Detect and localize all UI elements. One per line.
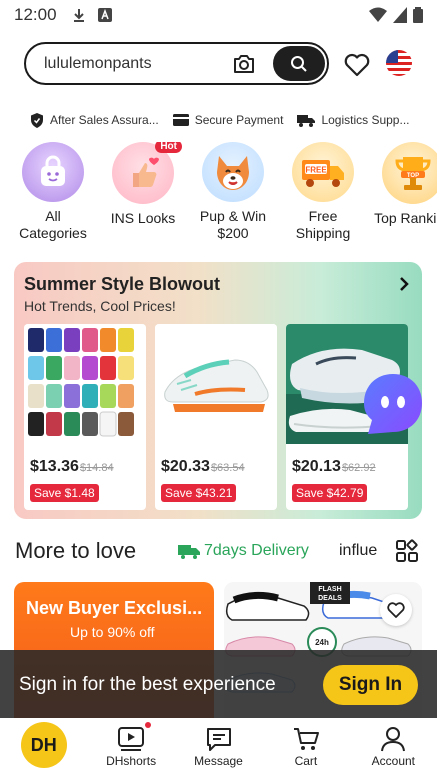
thumbs-up-icon: Hot [112, 142, 182, 204]
svg-text:FLASH: FLASH [318, 586, 341, 593]
download-icon [73, 9, 84, 22]
signin-prompt: Sign in for the best experience [19, 674, 276, 695]
svg-text:DEALS: DEALS [318, 595, 342, 602]
trust-item-after-sales[interactable]: After Sales Assura... [30, 112, 159, 128]
favorite-button[interactable] [380, 594, 412, 626]
product-card[interactable]: $20.33$63.54 Save $43.21 [155, 324, 277, 510]
category-label: All Categories [19, 208, 87, 241]
wishlist-button[interactable] [342, 50, 372, 80]
trust-label: After Sales Assura... [50, 113, 159, 127]
truck-icon [297, 114, 316, 127]
category-grid-icon[interactable] [395, 539, 419, 563]
delivery-truck-icon [178, 545, 200, 559]
chevron-right-icon[interactable] [398, 276, 410, 292]
promo-title: New Buyer Exclusi... [26, 598, 203, 618]
region-flag-button[interactable] [386, 50, 412, 76]
save-badge: Save $1.48 [30, 484, 99, 502]
delivery-label: 7days Delivery [204, 542, 309, 559]
heart-icon [344, 53, 370, 77]
category-label: Free Shipping [295, 208, 351, 241]
trophy-icon: TOP [382, 142, 437, 204]
notification-dot [145, 722, 152, 728]
product-original-price: $63.54 [210, 462, 245, 474]
bag-icon [22, 142, 84, 202]
shield-icon [31, 112, 43, 128]
us-flag-icon [386, 50, 412, 76]
nav-message[interactable]: Message [175, 718, 262, 776]
product-price: $20.13 [292, 458, 341, 475]
category-label: Top Ranking [374, 210, 437, 226]
nav-label: Message [194, 754, 243, 768]
nav-label: DHshorts [106, 754, 157, 768]
svg-text:TOP: TOP [407, 173, 419, 179]
category-row: All Categories Hot INS Looks Pup & Win $… [14, 142, 437, 242]
category-label: Pup & Win $200 [199, 208, 267, 241]
wifi-icon [369, 7, 387, 22]
signin-banner: Sign in for the best experience Sign In [0, 650, 437, 718]
category-free-shipping[interactable]: FREE Free Shipping [284, 142, 362, 242]
nav-home[interactable]: DH [0, 718, 87, 776]
banner-title: Summer Style Blowout [24, 274, 221, 294]
nav-dhshorts[interactable]: DHshorts [87, 718, 174, 776]
product-card[interactable]: $13.36$14.84 Save $1.48 [24, 324, 146, 510]
video-play-icon [118, 727, 145, 751]
save-badge: Save $42.79 [292, 484, 368, 502]
nav-cart[interactable]: Cart [262, 718, 349, 776]
product-price: $13.36 [30, 458, 79, 475]
trust-item-logistics[interactable]: Logistics Supp... [297, 113, 410, 127]
search-input[interactable]: lululemonpants [44, 55, 229, 73]
product-original-price: $62.92 [341, 462, 376, 474]
trust-item-secure-payment[interactable]: Secure Payment [172, 113, 284, 127]
dh-logo: DH [20, 722, 67, 768]
category-label: INS Looks [110, 210, 176, 226]
camera-icon [234, 54, 254, 73]
tote-bags-image [24, 324, 146, 444]
product-original-price: $14.84 [79, 462, 114, 474]
camera-search-button[interactable] [229, 49, 259, 79]
trust-label: Secure Payment [194, 113, 284, 127]
cart-icon [293, 728, 319, 750]
sign-in-button[interactable]: Sign In [323, 665, 418, 705]
bottom-nav: DH DHshorts Message Cart Account [0, 718, 437, 776]
search-row: lululemonpants [0, 40, 437, 88]
category-top-ranking[interactable]: TOP Top Ranking [374, 142, 437, 242]
card-icon [172, 114, 189, 126]
save-badge: Save $43.21 [161, 484, 237, 502]
nav-label: Cart [294, 754, 318, 768]
status-bar: 12:00 [0, 0, 437, 30]
signal-icon [393, 7, 407, 23]
account-icon [381, 727, 406, 752]
search-box[interactable]: lululemonpants [24, 42, 329, 85]
more-to-love-row: More to love 7days Delivery influe [0, 536, 437, 566]
influencer-filter[interactable]: influe [339, 542, 379, 560]
product-price: $20.33 [161, 458, 210, 475]
heart-icon [387, 602, 405, 618]
trust-bar: After Sales Assura... Secure Payment Log… [30, 110, 430, 130]
section-title: More to love [15, 538, 137, 563]
category-pup-win[interactable]: Pup & Win $200 [194, 142, 272, 242]
delivery-filter[interactable]: 7days Delivery [178, 542, 309, 560]
summer-banner[interactable]: Summer Style Blowout Hot Trends, Cool Pr… [14, 262, 422, 519]
svg-text:FREE: FREE [305, 166, 327, 175]
banner-subtitle: Hot Trends, Cool Prices! [24, 298, 176, 314]
assistant-bot-icon[interactable] [360, 370, 422, 436]
trust-label: Logistics Supp... [321, 113, 410, 127]
hot-badge: Hot [155, 142, 182, 153]
battery-icon [413, 7, 423, 23]
nav-account[interactable]: Account [350, 718, 437, 776]
svg-text:24h: 24h [315, 638, 329, 647]
app-a-icon [97, 8, 112, 22]
status-time: 12:00 [14, 5, 57, 24]
free-truck-icon: FREE [292, 142, 354, 202]
search-button[interactable] [273, 46, 325, 81]
sneaker-image [155, 324, 277, 444]
nav-label: Account [371, 754, 415, 768]
category-all[interactable]: All Categories [14, 142, 92, 242]
category-ins-looks[interactable]: Hot INS Looks [104, 142, 182, 242]
message-icon [206, 728, 231, 751]
promo-subtitle: Up to 90% off [70, 624, 155, 640]
dog-icon [202, 142, 264, 202]
search-icon [291, 55, 307, 72]
